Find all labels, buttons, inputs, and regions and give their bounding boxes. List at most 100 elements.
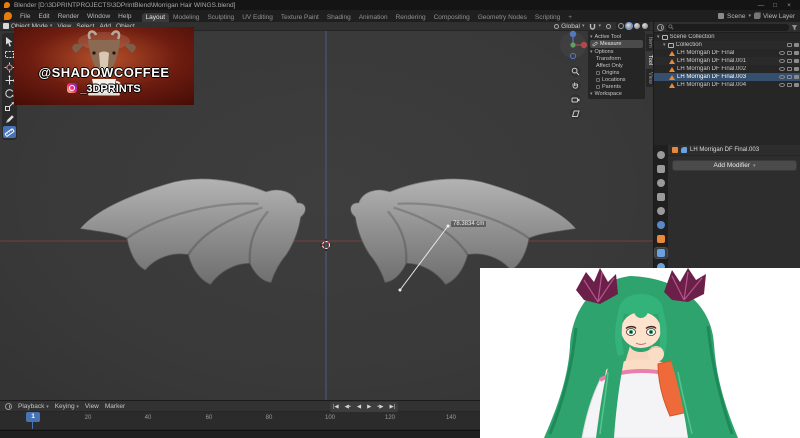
menu-help[interactable]: Help (114, 13, 135, 20)
world-tab[interactable] (655, 220, 667, 230)
hide-eye-icon[interactable] (779, 83, 785, 87)
disable-viewport-icon[interactable] (787, 59, 792, 63)
next-keyframe-button[interactable]: •▶ (374, 404, 386, 410)
playback-menu[interactable]: Playback ▾ (18, 403, 49, 410)
locations-checkbox[interactable]: Locations (590, 76, 643, 83)
pan-hand-icon[interactable] (570, 80, 581, 91)
menu-render[interactable]: Render (54, 13, 83, 20)
outliner-row-collection[interactable]: ▾ Collection (654, 41, 800, 49)
outliner-row-scene-collection[interactable]: ▾ Scene Collection (654, 33, 800, 41)
active-tool-button[interactable]: Measure (590, 40, 643, 48)
disable-viewport-icon[interactable] (787, 83, 792, 87)
origins-checkbox[interactable]: Origins (590, 69, 643, 76)
snap-toggle[interactable]: ▾ (589, 23, 601, 30)
disable-render-icon[interactable] (794, 59, 799, 63)
minimize-button[interactable]: — (754, 2, 768, 9)
options-panel-header[interactable]: ▾ Options (590, 48, 643, 55)
wireframe-shading-button[interactable] (618, 23, 624, 29)
view-layer-selector[interactable]: View Layer (763, 13, 795, 20)
keying-menu[interactable]: Keying ▾ (55, 403, 79, 410)
disable-render-icon[interactable] (794, 67, 799, 71)
scene-selector[interactable]: Scene (727, 13, 745, 20)
add-modifier-button[interactable]: Add Modifier ▾ (672, 160, 797, 171)
hide-eye-icon[interactable] (779, 67, 785, 71)
workspace-tab-modeling[interactable]: Modeling (169, 13, 203, 22)
outliner-editor-icon[interactable] (657, 23, 664, 31)
workspace-tab-sculpting[interactable]: Sculpting (203, 13, 238, 22)
disable-viewport-icon[interactable] (787, 67, 792, 71)
navigation-gizmo[interactable] (558, 28, 588, 69)
view-menu[interactable]: View (85, 403, 99, 410)
play-reverse-button[interactable]: ◀ (354, 404, 364, 410)
chevron-down-icon: ▾ (663, 42, 666, 48)
disable-render-icon[interactable] (794, 43, 799, 47)
jump-to-end-button[interactable]: ▶| (386, 404, 398, 410)
disable-viewport-icon[interactable] (787, 51, 792, 55)
view-layer-tab[interactable] (655, 192, 667, 202)
window-title: Blender [D:\3DPRINTPROJECTS\3DPrintBlend… (14, 1, 236, 9)
sidebar-tab-item[interactable]: Item (646, 34, 653, 51)
workspace-tab-geometry-nodes[interactable]: Geometry Nodes (474, 13, 531, 22)
outliner-row-mesh[interactable]: LH Morrigan DF Final.002 (654, 65, 800, 73)
tool-tab[interactable] (655, 150, 667, 160)
object-tab[interactable] (655, 234, 667, 244)
parents-checkbox[interactable]: Parents (590, 83, 643, 90)
outliner-row-mesh[interactable]: LH Morrigan DF Final (654, 49, 800, 57)
maximize-button[interactable]: □ (768, 2, 782, 9)
hide-eye-icon[interactable] (779, 75, 785, 79)
workspace-tab-animation[interactable]: Animation (355, 13, 392, 22)
menu-window[interactable]: Window (83, 13, 114, 20)
modifiers-tab[interactable] (654, 247, 668, 259)
camera-view-icon[interactable] (570, 94, 581, 105)
sidebar-tab-view[interactable]: View (646, 68, 653, 87)
sidebar-tab-tool[interactable]: Tool (646, 51, 653, 68)
disable-render-icon[interactable] (794, 83, 799, 87)
marker-menu[interactable]: Marker (105, 403, 125, 410)
frame-label: 20 (84, 415, 92, 421)
close-button[interactable]: × (782, 2, 796, 9)
active-tool-panel-header[interactable]: ▾ Active Tool (590, 33, 643, 40)
menu-file[interactable]: File (16, 13, 34, 20)
workspace-tab-uv-editing[interactable]: UV Editing (238, 13, 277, 22)
frame-label: 100 (324, 415, 336, 421)
proportional-editing-icon[interactable] (606, 23, 611, 29)
scene-tab[interactable] (655, 206, 667, 216)
menu-edit[interactable]: Edit (34, 13, 53, 20)
render-tab[interactable] (655, 164, 667, 174)
workspace-tab-rendering[interactable]: Rendering (392, 13, 430, 22)
timeline-editor-icon[interactable] (5, 402, 12, 410)
play-button[interactable]: ▶ (364, 404, 374, 410)
outliner: ▾ Scene Collection ▾ Collection LH Morri… (654, 22, 800, 145)
jump-to-start-button[interactable]: |◀ (330, 404, 342, 410)
disable-render-icon[interactable] (794, 51, 799, 55)
hide-eye-icon[interactable] (779, 51, 785, 55)
zoom-icon[interactable] (570, 66, 581, 77)
measure-tool-button[interactable] (3, 126, 16, 138)
magnet-icon (590, 23, 596, 30)
workspace-tab-scripting[interactable]: Scripting (531, 13, 564, 22)
disable-render-icon[interactable] (794, 75, 799, 79)
disable-viewport-icon[interactable] (787, 43, 792, 47)
output-tab[interactable] (655, 178, 667, 188)
annotate-tool-button[interactable] (3, 113, 16, 125)
outliner-row-mesh[interactable]: LH Morrigan DF Final.004 (654, 81, 800, 89)
hide-eye-icon[interactable] (779, 59, 785, 63)
rendered-shading-button[interactable] (642, 23, 648, 29)
material-shading-button[interactable] (634, 23, 640, 29)
outliner-row-mesh-active[interactable]: LH Morrigan DF Final.003 (654, 73, 800, 81)
workspace-panel-header[interactable]: ▾ Workspace (590, 90, 643, 97)
filter-icon[interactable] (791, 24, 798, 31)
add-workspace-button[interactable]: + (564, 13, 576, 22)
current-frame-indicator[interactable]: 1 (26, 412, 40, 422)
perspective-toggle-icon[interactable] (570, 108, 581, 119)
outliner-search-input[interactable] (666, 23, 789, 31)
blender-menu-icon[interactable] (4, 12, 12, 20)
workspace-tab-shading[interactable]: Shading (323, 13, 355, 22)
solid-shading-button[interactable] (625, 22, 633, 30)
prev-keyframe-button[interactable]: ◀• (342, 404, 354, 410)
workspace-tab-compositing[interactable]: Compositing (430, 13, 474, 22)
workspace-tab-layout[interactable]: Layout (141, 13, 170, 22)
outliner-row-mesh[interactable]: LH Morrigan DF Final.001 (654, 57, 800, 65)
disable-viewport-icon[interactable] (787, 75, 792, 79)
workspace-tab-texture-paint[interactable]: Texture Paint (277, 13, 323, 22)
